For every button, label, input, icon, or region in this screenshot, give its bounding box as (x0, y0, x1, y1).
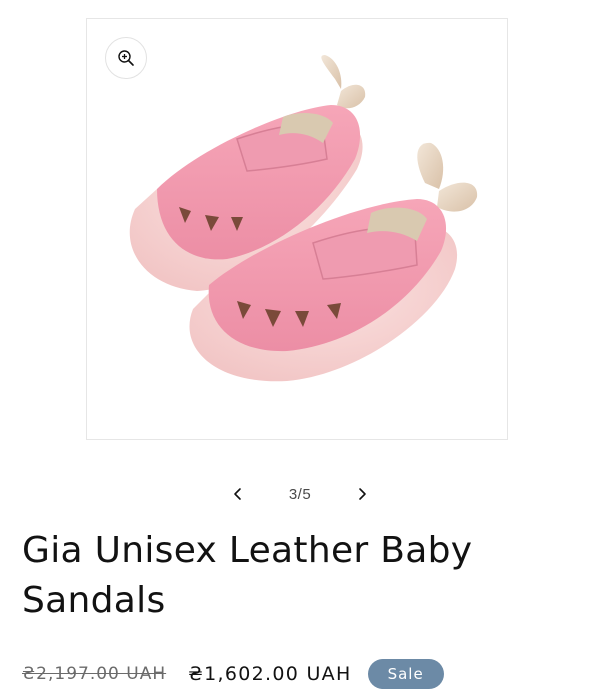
slide-counter: 3/5 (289, 486, 311, 503)
product-image-frame[interactable] (86, 18, 508, 440)
chevron-left-icon (234, 488, 241, 500)
sale-price: ₴1,602.00 UAH (188, 663, 352, 685)
chevron-right-icon (359, 488, 366, 500)
sale-badge: Sale (367, 659, 444, 689)
zoom-in-icon (118, 50, 134, 66)
product-title: Gia Unisex Leather Baby Sandals (22, 530, 473, 621)
previous-slide-button[interactable] (220, 476, 256, 512)
slide-counter-current: 3 (288, 485, 298, 503)
zoom-button[interactable] (105, 37, 147, 79)
regular-price: ₴2,197.00 UAH (22, 664, 167, 684)
slide-counter-total: 5 (302, 485, 312, 503)
price-row: ₴2,197.00 UAH ₴1,602.00 UAH Sale (22, 654, 444, 694)
next-slide-button[interactable] (344, 476, 380, 512)
product-image[interactable] (87, 19, 507, 439)
gallery-slider-controls: 3/5 (220, 476, 380, 512)
